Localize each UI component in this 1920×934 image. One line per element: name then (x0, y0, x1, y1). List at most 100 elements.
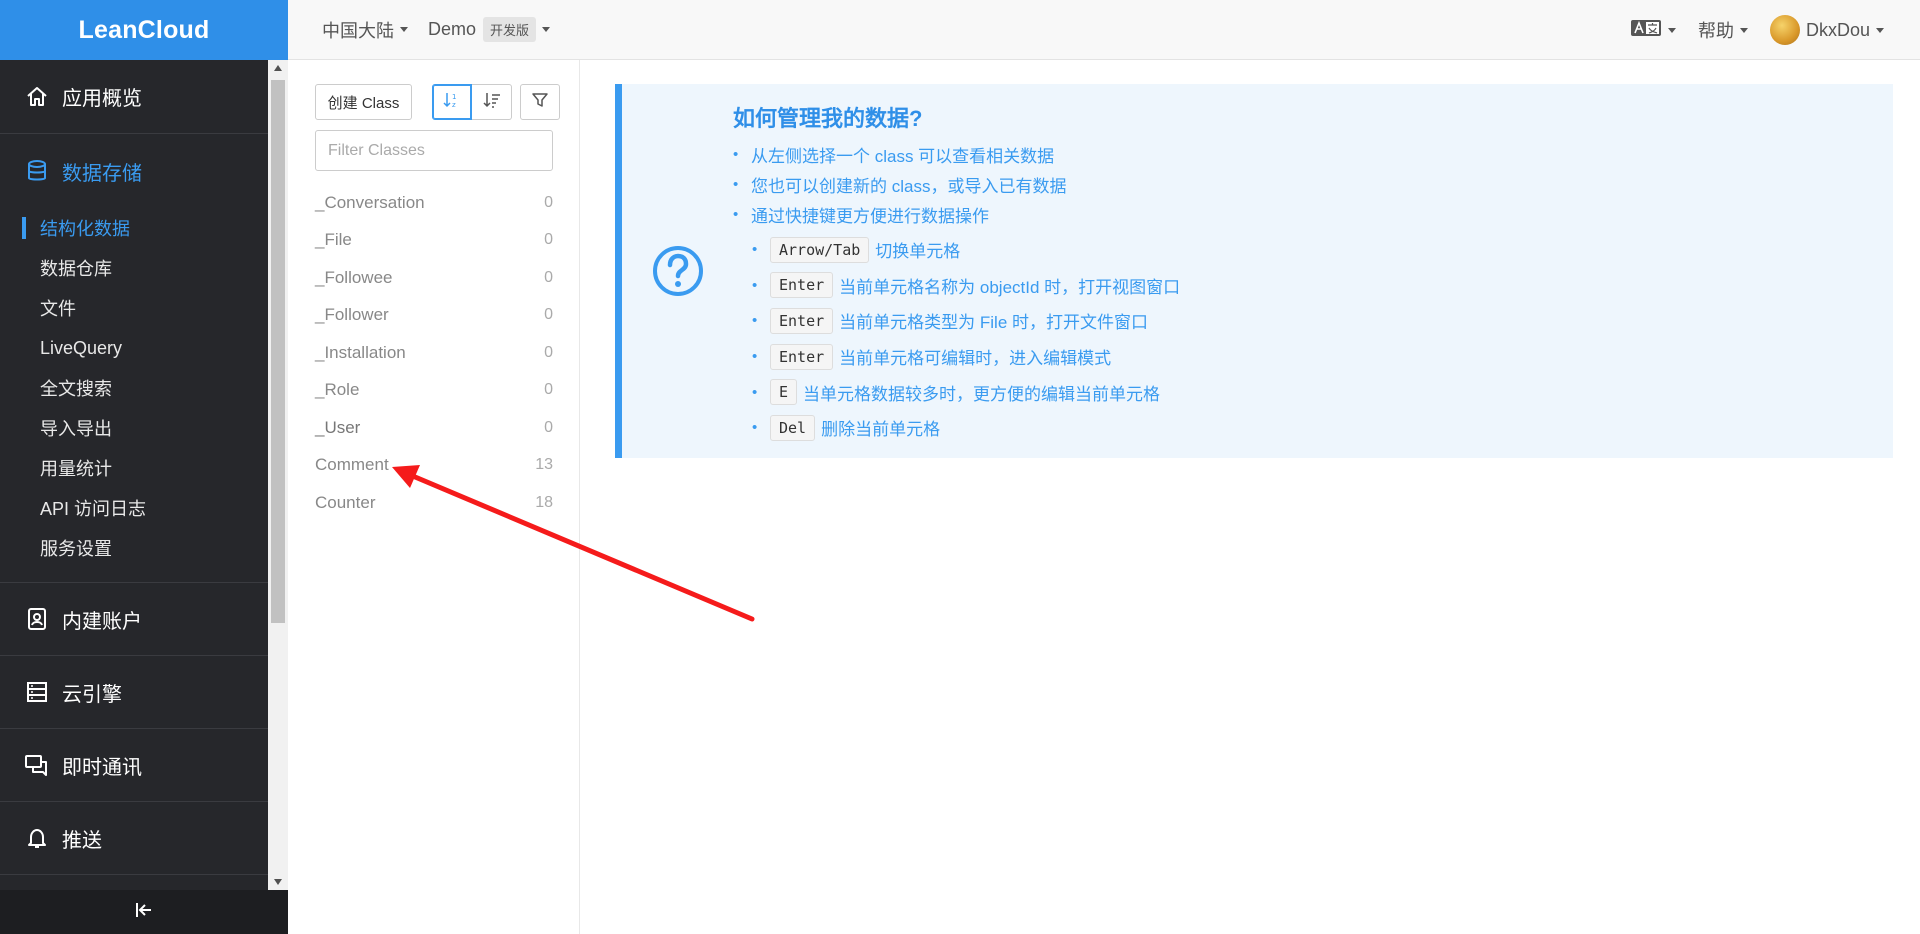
nav-cloud-engine[interactable]: 云引擎 (0, 656, 268, 729)
sidebar-item-service-settings[interactable]: 服务设置 (0, 528, 268, 568)
chevron-down-icon (1739, 27, 1748, 33)
class-list: _Conversation 0 _File 0 _Followee 0 _Follow… (315, 184, 553, 522)
sort-desc-icon (482, 91, 501, 113)
class-item-follower[interactable]: _Follower 0 (315, 297, 553, 335)
data-storage-submenu: 结构化数据 数据仓库 文件 LiveQuery 全文搜索 导入导出 用量统计 A… (0, 208, 268, 583)
shortcut-desc: 当前单元格类型为 File 时，打开文件窗口 (839, 313, 1148, 333)
translate-icon (1630, 19, 1662, 42)
filter-button[interactable] (520, 84, 560, 120)
sidebar-item-import-export[interactable]: 导入导出 (0, 408, 268, 448)
sidebar-item-structured-data[interactable]: 结构化数据 (0, 208, 268, 248)
class-name: _Conversation (315, 192, 425, 212)
scrollbar-thumb[interactable] (271, 80, 285, 623)
class-item-counter[interactable]: Counter 18 (315, 484, 553, 522)
server-icon (24, 679, 50, 705)
class-count: 0 (544, 193, 553, 211)
class-item-comment[interactable]: Comment 13 (315, 447, 553, 485)
sidebar-item-data-warehouse[interactable]: 数据仓库 (0, 248, 268, 288)
chevron-down-icon (1876, 27, 1884, 33)
help-tip: 从左侧选择一个 class 可以查看相关数据 (733, 139, 1066, 169)
sort-desc-button[interactable] (472, 84, 512, 120)
shortcut-key: E (770, 379, 798, 406)
nav-instant-messaging[interactable]: 即时通讯 (0, 729, 268, 802)
sort-alpha-button[interactable]: 1z (432, 84, 472, 120)
sidebar-item-files[interactable]: 文件 (0, 288, 268, 328)
chat-icon (24, 752, 50, 778)
shortcut-desc: 当前单元格可编辑时，进入编辑模式 (839, 349, 1112, 369)
sidebar-item-usage-stats[interactable]: 用量统计 (0, 448, 268, 488)
svg-text:z: z (452, 101, 456, 109)
shortcut-key: Enter (770, 343, 834, 370)
nav-label: 云引擎 (62, 683, 122, 706)
language-dropdown[interactable] (1630, 19, 1676, 42)
main-content: 如何管理我的数据? 从左侧选择一个 class 可以查看相关数据 您也可以创建新… (580, 60, 1920, 934)
user-dropdown[interactable]: DkxDou (1769, 15, 1884, 45)
filter-classes-input[interactable] (315, 130, 553, 171)
shortcut-desc: 删除当前单元格 (821, 420, 941, 440)
chevron-down-icon (1667, 27, 1676, 33)
sidebar-nav: 应用概览 数据存储 结构化数据 数据仓库 文件 LiveQuery 全文搜索 导… (0, 60, 268, 890)
shortcut-item: Arrow/Tab切换单元格 (752, 232, 1180, 268)
class-count: 0 (544, 343, 553, 361)
shortcut-list: Arrow/Tab切换单元格 Enter当前单元格名称为 objectId 时，… (752, 232, 1180, 446)
class-count: 18 (535, 493, 553, 511)
shortcut-desc: 当单元格数据较多时，更方便的编辑当前单元格 (803, 384, 1161, 404)
class-item-file[interactable]: _File 0 (315, 222, 553, 260)
app-name: Demo (428, 19, 477, 39)
class-toolbar: 创建 Class 1z (315, 84, 560, 120)
create-class-button[interactable]: 创建 Class (315, 84, 412, 120)
help-tip: 通过快捷键更方便进行数据操作 (733, 199, 1066, 229)
scroll-down-arrow-icon[interactable] (274, 879, 282, 885)
class-name: Comment (315, 455, 389, 475)
shortcut-key: Del (770, 414, 816, 441)
shortcut-item: Del删除当前单元格 (752, 410, 1180, 446)
help-dropdown[interactable]: 帮助 (1698, 17, 1748, 43)
brand-logo[interactable]: LeanCloud (0, 0, 288, 60)
database-icon (24, 158, 50, 184)
sort-alpha-icon: 1z (443, 91, 461, 113)
shortcut-key: Enter (770, 307, 834, 334)
shortcut-key: Arrow/Tab (770, 236, 870, 263)
class-count: 13 (535, 456, 553, 474)
class-count: 0 (544, 268, 553, 286)
sidebar-scrollbar[interactable] (268, 60, 288, 890)
nav-label: 应用概览 (62, 88, 142, 110)
class-name: Counter (315, 492, 376, 512)
sidebar-item-livequery[interactable]: LiveQuery (0, 328, 268, 368)
plan-badge: 开发版 (483, 17, 537, 42)
help-tips-list: 从左侧选择一个 class 可以查看相关数据 您也可以创建新的 class，或导… (733, 139, 1066, 229)
app-dropdown[interactable]: Demo 开发版 (428, 17, 551, 42)
class-count: 0 (544, 306, 553, 324)
nav-label: 即时通讯 (62, 756, 142, 779)
class-item-followee[interactable]: _Followee 0 (315, 259, 553, 297)
region-dropdown[interactable]: 中国大陆 (322, 17, 408, 43)
scroll-up-arrow-icon[interactable] (274, 65, 282, 71)
class-count: 0 (544, 381, 553, 399)
help-title: 如何管理我的数据? (733, 106, 923, 131)
class-item-role[interactable]: _Role 0 (315, 372, 553, 410)
sidebar-collapse-button[interactable] (0, 890, 288, 934)
class-name: _File (315, 230, 352, 250)
funnel-icon (531, 91, 549, 113)
class-name: _Role (315, 380, 360, 400)
nav-push[interactable]: 推送 (0, 802, 268, 875)
sidebar-item-api-logs[interactable]: API 访问日志 (0, 488, 268, 528)
sidebar-item-fulltext-search[interactable]: 全文搜索 (0, 368, 268, 408)
class-item-conversation[interactable]: _Conversation 0 (315, 184, 553, 222)
chevron-down-icon (542, 27, 551, 32)
nav-app-overview[interactable]: 应用概览 (0, 60, 268, 134)
shortcut-item: Enter当前单元格可编辑时，进入编辑模式 (752, 339, 1180, 375)
home-icon (24, 84, 50, 110)
class-name: _Installation (315, 342, 406, 362)
top-header: 中国大陆 Demo 开发版 帮助 DkxDou (288, 0, 1920, 60)
nav-data-storage[interactable]: 数据存储 (0, 134, 268, 208)
shortcut-desc: 切换单元格 (875, 242, 961, 262)
help-tip: 您也可以创建新的 class，或导入已有数据 (733, 169, 1066, 199)
nav-builtin-accounts[interactable]: 内建账户 (0, 583, 268, 656)
class-item-user[interactable]: _User 0 (315, 409, 553, 447)
class-item-installation[interactable]: _Installation 0 (315, 334, 553, 372)
region-label: 中国大陆 (322, 20, 394, 41)
class-count: 0 (544, 418, 553, 436)
svg-text:1: 1 (452, 93, 456, 101)
nav-label: 推送 (62, 829, 102, 852)
